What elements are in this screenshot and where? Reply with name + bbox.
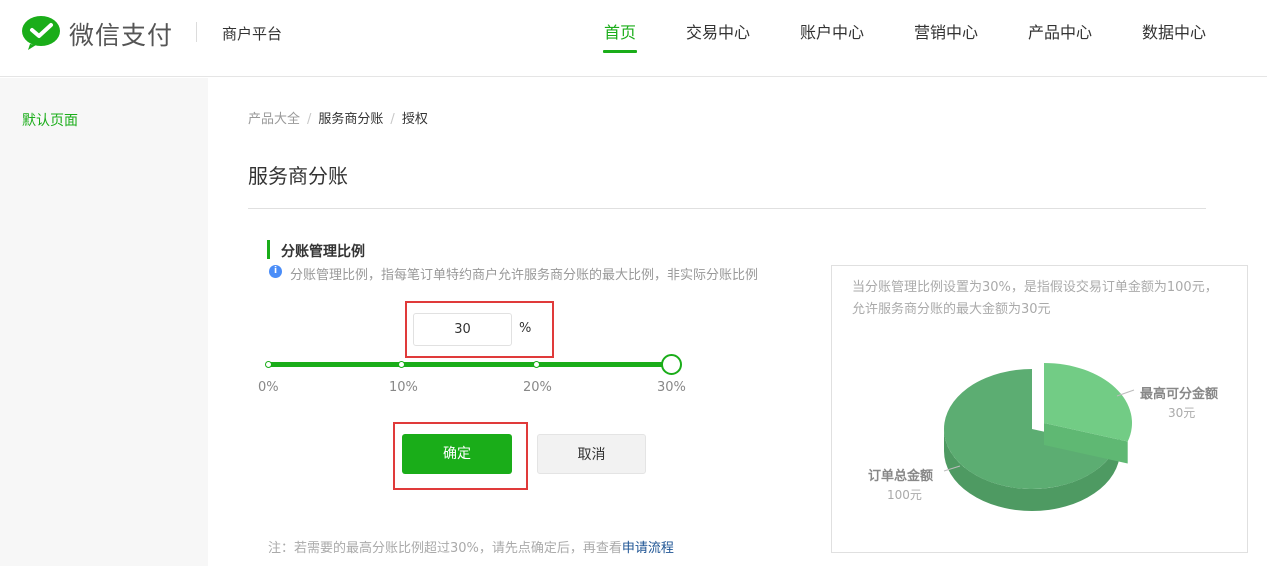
section-title: 分账管理比例 (281, 244, 365, 260)
top-header: 微信支付 商户平台 首页 交易中心 账户中心 营销中心 产品中心 数据中心 (0, 0, 1267, 77)
cancel-button[interactable]: 取消 (537, 434, 646, 474)
section-accent-bar (267, 240, 270, 259)
slider-tick-10 (398, 361, 405, 368)
nav-data-center[interactable]: 数据中心 (1142, 19, 1206, 55)
slider-label-0: 0% (258, 380, 279, 395)
breadcrumb-service-split[interactable]: 服务商分账 (318, 112, 383, 127)
nav-marketing-center[interactable]: 营销中心 (914, 19, 978, 55)
breadcrumb-authorize: 授权 (401, 112, 428, 127)
apply-process-link[interactable]: 申请流程 (622, 541, 674, 556)
ratio-slider-handle[interactable] (661, 354, 682, 375)
slider-tick-0 (265, 361, 272, 368)
sidebar-item-default-page[interactable]: 默认页面 (22, 110, 78, 130)
pie-label-total: 订单总金额 (868, 469, 934, 484)
breadcrumb-separator: / (390, 112, 395, 127)
slider-label-20: 20% (523, 380, 552, 395)
footer-note: 注：若需要的最高分账比例超过30%，请先点确定后，再查看申请流程 (268, 537, 674, 556)
nav-home[interactable]: 首页 (602, 19, 638, 55)
example-panel: 当分账管理比例设置为30%，是指假设交易订单金额为100元，允许服务商分账的最大… (831, 265, 1248, 553)
title-divider (248, 208, 1206, 209)
nav-account-center[interactable]: 账户中心 (800, 19, 864, 55)
pie-value-total: 100元 (887, 488, 922, 502)
section-info-text: 分账管理比例，指每笔订单特约商户允许服务商分账的最大比例，非实际分账比例 (290, 268, 759, 283)
pie-label-max: 最高可分金额 (1140, 387, 1219, 402)
brand-name[interactable]: 微信支付 (69, 16, 173, 52)
sidebar: 默认页面 (0, 78, 208, 566)
breadcrumb-separator: / (307, 112, 312, 127)
breadcrumb: 产品大全 / 服务商分账 / 授权 (248, 108, 428, 127)
nav-product-center[interactable]: 产品中心 (1028, 19, 1092, 55)
slider-label-30: 30% (657, 380, 686, 395)
nav-trade-center[interactable]: 交易中心 (686, 19, 750, 55)
ratio-slider-track[interactable] (268, 362, 672, 367)
ratio-unit: % (519, 321, 532, 336)
platform-name: 商户平台 (222, 25, 283, 43)
slider-tick-20 (533, 361, 540, 368)
footer-note-text: 注：若需要的最高分账比例超过30%，请先点确定后，再查看 (268, 541, 622, 556)
breadcrumb-product-list[interactable]: 产品大全 (248, 112, 300, 127)
confirm-button[interactable]: 确定 (402, 434, 512, 474)
page-title: 服务商分账 (248, 164, 348, 188)
pie-group (943, 363, 1135, 511)
pie-value-max: 30元 (1168, 406, 1196, 420)
brand-divider (196, 22, 197, 42)
info-icon: i (269, 265, 282, 278)
slider-label-10: 10% (389, 380, 418, 395)
wechat-pay-logo-icon[interactable] (21, 15, 61, 51)
ratio-input[interactable]: 30 (413, 313, 512, 346)
